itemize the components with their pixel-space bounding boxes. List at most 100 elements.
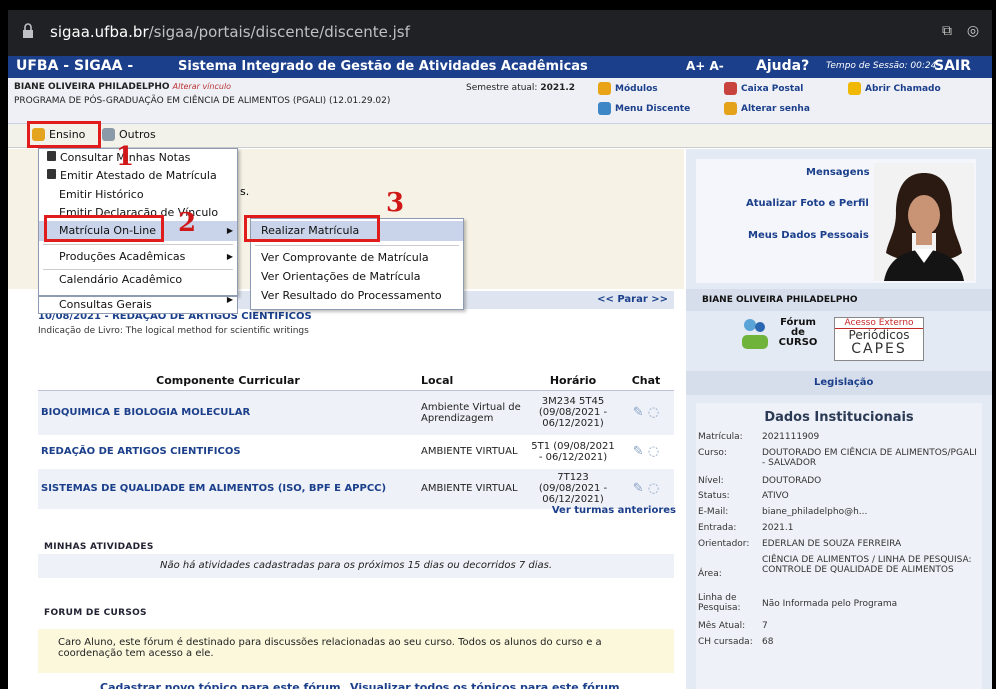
- chat-bubble-icon[interactable]: ◌: [648, 405, 659, 420]
- menu-item-consultas[interactable]: Consultas Gerais ▶: [38, 295, 238, 314]
- system-title: UFBA - SIGAA -: [16, 58, 134, 74]
- chat-icon[interactable]: ✎: [633, 405, 644, 420]
- previous-classes-link[interactable]: Ver turmas anteriores: [552, 505, 676, 516]
- menu-item-historico[interactable]: Emitir Histórico: [39, 188, 144, 201]
- schedule-cell: 3M234 5T45 (09/08/2021 - 06/12/2021): [538, 396, 608, 430]
- stop-link[interactable]: << Parar >>: [597, 294, 668, 305]
- table-header: Componente Curricular Local Horário Chat: [38, 371, 674, 391]
- other-icon: [102, 128, 115, 141]
- url-path: /sigaa/portais/discente/discente.jsf: [148, 23, 410, 41]
- user-name-line: BIANE OLIVEIRA PHILADELPHO Alterar víncu…: [14, 82, 231, 92]
- student-menu-link[interactable]: Menu Discente: [598, 102, 690, 115]
- new-topic-link[interactable]: Cadastrar novo tópico para este fórum: [100, 681, 341, 689]
- menu-outros[interactable]: Outros: [102, 128, 156, 141]
- menu-item-calendario[interactable]: Calendário Acadêmico: [39, 273, 182, 286]
- local-cell: AMBIENTE VIRTUAL: [421, 483, 518, 494]
- col-component: Componente Curricular: [38, 371, 418, 391]
- field-email: E-Mail: biane_philadelpho@h...: [698, 507, 868, 517]
- student-photo: [874, 163, 974, 281]
- people-icon: [742, 319, 768, 349]
- modules-icon: [598, 82, 611, 95]
- submenu-arrow-icon: ▶: [226, 295, 233, 304]
- field-nivel: Nível: DOUTORADO: [698, 476, 822, 486]
- field-ch: CH cursada: 68: [698, 637, 774, 647]
- partial-text: s.: [240, 185, 250, 198]
- chat-icon[interactable]: ✎: [633, 481, 644, 496]
- divider: [43, 244, 233, 245]
- key-icon: [724, 102, 737, 115]
- capes-logo[interactable]: Acesso Externo Periódicos CAPES: [834, 317, 924, 361]
- messages-link[interactable]: Mensagens: [806, 167, 870, 178]
- help-link[interactable]: Ajuda?: [756, 58, 809, 74]
- chat-bubble-icon[interactable]: ◌: [648, 444, 659, 459]
- user-name: BIANE OLIVEIRA PHILADELPHO: [14, 82, 170, 92]
- field-status: Status: ATIVO: [698, 491, 789, 501]
- user-info-bar: BIANE OLIVEIRA PHILADELPHO Alterar víncu…: [8, 78, 992, 124]
- divider: [43, 269, 233, 270]
- schedule-cell: 7T123 (09/08/2021 - 06/12/2021): [538, 472, 608, 505]
- menu-icon: [598, 102, 611, 115]
- component-link[interactable]: BIOQUIMICA E BIOLOGIA MOLECULAR: [38, 391, 418, 435]
- classes-table: Componente Curricular Local Horário Chat…: [38, 371, 674, 509]
- document-icon: [47, 169, 56, 179]
- col-schedule: Horário: [528, 371, 618, 391]
- menu-item-notas[interactable]: Consultar Minhas Notas: [39, 151, 190, 164]
- program-name: PROGRAMA DE PÓS-GRADUAÇÃO EM CIÊNCIA DE …: [14, 96, 391, 106]
- table-row: BIOQUIMICA E BIOLOGIA MOLECULAR Ambiente…: [38, 390, 674, 435]
- main-menu: Ensino Outros: [8, 124, 992, 148]
- logout-link[interactable]: SAIR: [934, 58, 971, 74]
- page-frame: sigaa.ufba.br/sigaa/portais/discente/dis…: [8, 10, 992, 689]
- chat-bubble-icon[interactable]: ◌: [648, 481, 659, 496]
- font-size-controls[interactable]: A+ A-: [686, 59, 724, 73]
- forum-logo[interactable]: Fórum de CURSO: [740, 317, 824, 355]
- legislation-link[interactable]: Legislação: [814, 377, 873, 388]
- url-text[interactable]: sigaa.ufba.br/sigaa/portais/discente/dis…: [50, 23, 410, 41]
- submenu-item-comprovante[interactable]: Ver Comprovante de Matrícula: [251, 251, 429, 264]
- share-icon[interactable]: ⧉: [938, 23, 956, 41]
- modules-link[interactable]: Módulos: [598, 82, 658, 95]
- password-link[interactable]: Alterar senha: [724, 102, 810, 115]
- component-link[interactable]: SISTEMAS DE QUALIDADE EM ALIMENTOS (ISO,…: [38, 469, 418, 509]
- col-chat: Chat: [618, 371, 674, 391]
- field-area: Área: CIÊNCIA DE ALIMENTOS / LINHA DE PES…: [698, 555, 972, 579]
- local-cell: AMBIENTE VIRTUAL: [421, 446, 518, 457]
- annotation-number-1: 1: [116, 142, 135, 172]
- component-link[interactable]: REDAÇÃO DE ARTIGOS CIENTIFICOS: [38, 435, 418, 469]
- submenu-arrow-icon: ▶: [226, 226, 233, 235]
- ticket-link[interactable]: Abrir Chamado: [848, 82, 941, 95]
- profile-box: Mensagens Atualizar Foto e Perfil Meus D…: [696, 159, 976, 283]
- highlight-matricula: [44, 215, 164, 242]
- session-time: Tempo de Sessão: 00:24: [826, 61, 937, 71]
- view-all-topics-link[interactable]: Visualizar todos os tópicos para este fó…: [350, 681, 620, 689]
- table-row: SISTEMAS DE QUALIDADE EM ALIMENTOS (ISO,…: [38, 468, 674, 509]
- table-row: REDAÇÃO DE ARTIGOS CIENTIFICOS AMBIENTE …: [38, 434, 674, 469]
- local-cell: Ambiente Virtual de Aprendizagem: [421, 401, 521, 424]
- submenu-item-resultado[interactable]: Ver Resultado do Processamento: [251, 289, 442, 302]
- side-panel: Mensagens Atualizar Foto e Perfil Meus D…: [686, 149, 992, 689]
- chat-icon[interactable]: ✎: [633, 444, 644, 459]
- change-link[interactable]: Alterar vínculo: [173, 82, 231, 91]
- menu-item-producoes[interactable]: Produções Acadêmicas ▶: [39, 250, 237, 263]
- update-photo-link[interactable]: Atualizar Foto e Perfil: [746, 198, 869, 209]
- field-linha: Linha de Pesquisa: Não Informada pelo Pro…: [698, 593, 898, 613]
- highlight-ensino: [27, 121, 101, 148]
- inbox-link[interactable]: Caixa Postal: [724, 82, 803, 95]
- browser-address-bar[interactable]: sigaa.ufba.br/sigaa/portais/discente/dis…: [8, 10, 992, 56]
- annotation-number-2: 2: [178, 208, 197, 238]
- news-text: Indicação de Livro: The logical method f…: [38, 326, 309, 336]
- document-icon: [47, 151, 56, 161]
- screenshot-icon[interactable]: ◎: [964, 23, 982, 41]
- personal-data-link[interactable]: Meus Dados Pessoais: [748, 230, 869, 241]
- field-orientador: Orientador: EDERLAN DE SOUZA FERREIRA: [698, 539, 902, 549]
- field-curso: Curso: DOUTORADO EM CIÊNCIA DE ALIMENTOS/…: [698, 448, 977, 468]
- hand-icon: [848, 82, 861, 95]
- mailbox-icon: [724, 82, 737, 95]
- submenu-item-orientacoes[interactable]: Ver Orientações de Matrícula: [251, 270, 420, 283]
- semester: Semestre atual: 2021.2: [466, 83, 576, 93]
- url-host: sigaa.ufba.br: [50, 23, 149, 41]
- sigaa-header: UFBA - SIGAA - Sistema Integrado de Gest…: [8, 56, 992, 78]
- forum-text: Caro Aluno, este fórum é destinado para …: [38, 629, 674, 673]
- highlight-realizar: [244, 215, 380, 242]
- activities-empty: Não há atividades cadastradas para os pr…: [38, 554, 674, 578]
- submenu-arrow-icon: ▶: [226, 252, 233, 261]
